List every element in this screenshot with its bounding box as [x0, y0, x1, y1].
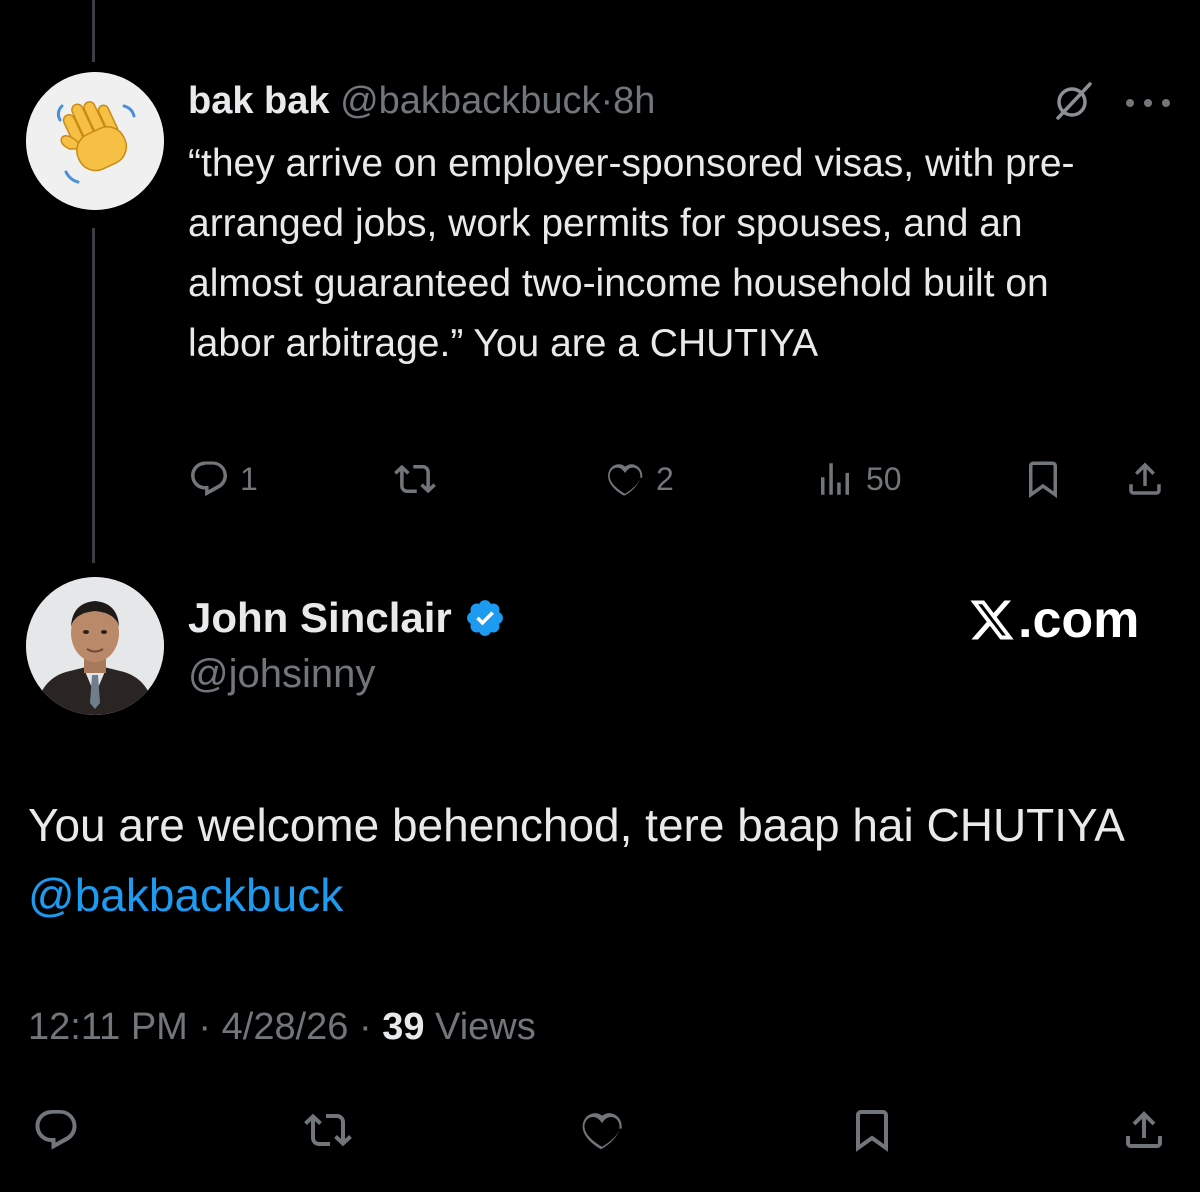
author-name-row: John Sinclair — [188, 594, 506, 642]
grok-icon[interactable] — [1050, 80, 1096, 122]
share-icon — [1129, 462, 1161, 495]
profile-photo — [26, 577, 164, 715]
tweet-text-body: You are welcome behenchod, tere baap hai… — [28, 799, 1123, 851]
author-name[interactable]: bak bak — [188, 80, 330, 122]
thread-line — [92, 228, 95, 563]
heart-icon[interactable] — [578, 1106, 626, 1154]
views-button[interactable]: 50 — [814, 456, 902, 502]
tweet-time[interactable]: 8h — [613, 80, 655, 122]
retweet-icon — [394, 464, 436, 494]
retweet-button[interactable] — [394, 456, 446, 502]
views-icon — [821, 463, 849, 495]
tweet-header: bak bak @bakbackbuck·8h — [188, 78, 655, 124]
like-count: 2 — [656, 460, 674, 497]
like-button[interactable]: 2 — [604, 456, 674, 502]
reply-icon[interactable] — [32, 1106, 80, 1154]
x-com-watermark: .com — [968, 590, 1139, 650]
share-button[interactable] — [1124, 456, 1166, 502]
views-count: 39 — [382, 1006, 425, 1048]
more-options-icon[interactable] — [1124, 96, 1172, 110]
separator-dot: · — [358, 1006, 372, 1048]
bookmark-icon[interactable] — [848, 1106, 896, 1154]
tweet-text: “they arrive on employer-sponsored visas… — [188, 142, 1075, 365]
separator-dot: · — [600, 80, 614, 122]
x-logo-icon — [970, 600, 1014, 640]
view-count: 50 — [866, 460, 902, 497]
tweet-date[interactable]: 4/28/26 — [222, 1006, 349, 1048]
share-icon[interactable] — [1120, 1106, 1168, 1154]
tweet-text: You are welcome behenchod, tere baap hai… — [28, 790, 1128, 930]
tweet-time[interactable]: 12:11 PM — [28, 1006, 188, 1048]
tweet-metadata: 12:11 PM · 4/28/26 · 39 Views — [28, 1006, 536, 1049]
reply-count: 1 — [240, 460, 258, 497]
author-handle[interactable]: @johsinny — [188, 652, 375, 697]
reply-button[interactable]: 1 — [188, 456, 258, 502]
views-label: Views — [435, 1006, 536, 1048]
verified-badge-icon[interactable] — [464, 597, 506, 639]
reply-icon — [191, 461, 227, 497]
avatar[interactable] — [26, 72, 164, 210]
mention-link[interactable]: @bakbackbuck — [28, 869, 343, 921]
author-handle[interactable]: @bakbackbuck — [340, 80, 600, 122]
bookmark-button[interactable] — [1022, 456, 1064, 502]
author-name[interactable]: John Sinclair — [188, 594, 452, 642]
heart-icon — [608, 464, 643, 496]
bookmark-icon — [1029, 461, 1057, 499]
thread-line — [92, 0, 95, 62]
retweet-icon[interactable] — [304, 1106, 352, 1154]
avatar[interactable] — [26, 577, 164, 715]
waving-hand-icon — [26, 72, 164, 210]
separator-dot: · — [198, 1006, 212, 1048]
brand-suffix: .com — [1018, 591, 1140, 649]
